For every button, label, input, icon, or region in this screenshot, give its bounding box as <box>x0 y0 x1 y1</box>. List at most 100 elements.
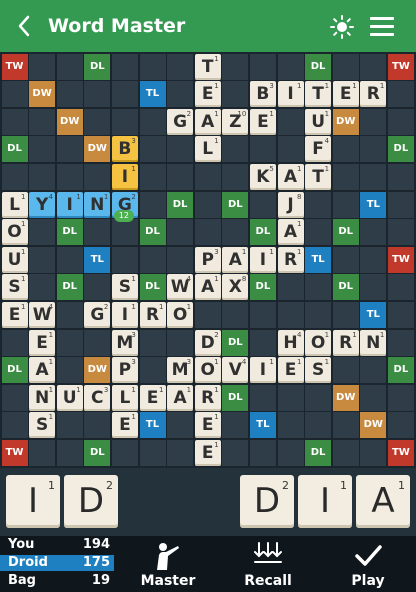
board-cell[interactable] <box>249 136 276 163</box>
board-cell[interactable] <box>167 53 194 80</box>
rack-tile[interactable]: I1 <box>298 475 352 528</box>
bonus-square-dl[interactable]: DL <box>1 136 28 163</box>
board-cell[interactable] <box>222 412 249 439</box>
board-cell[interactable] <box>29 136 56 163</box>
bonus-square-dw[interactable]: DW <box>29 81 56 108</box>
board-cell[interactable] <box>56 412 83 439</box>
board-cell[interactable] <box>277 53 304 80</box>
bonus-square-tw[interactable]: TW <box>387 439 414 466</box>
board-cell[interactable] <box>1 163 28 190</box>
bonus-square-dl[interactable]: DL <box>84 439 111 466</box>
bonus-square-dl[interactable]: DL <box>222 384 249 411</box>
bonus-square-dl[interactable]: DL <box>167 191 194 218</box>
board-cell[interactable] <box>139 357 166 384</box>
board-cell[interactable] <box>305 301 332 328</box>
board-cell[interactable] <box>84 163 111 190</box>
board-cell[interactable] <box>1 329 28 356</box>
board-cell[interactable] <box>222 439 249 466</box>
board-cell[interactable] <box>56 301 83 328</box>
bonus-square-dl[interactable]: DL <box>84 53 111 80</box>
bonus-square-tl[interactable]: TL <box>139 412 166 439</box>
board-cell[interactable] <box>222 219 249 246</box>
board-cell[interactable] <box>332 136 359 163</box>
bonus-square-dw[interactable]: DW <box>84 136 111 163</box>
bonus-square-tl[interactable]: TL <box>139 81 166 108</box>
board-cell[interactable] <box>277 136 304 163</box>
board-cell[interactable] <box>277 274 304 301</box>
bonus-square-tw[interactable]: TW <box>1 53 28 80</box>
play-button[interactable]: Play <box>328 536 408 592</box>
board-cell[interactable] <box>360 274 387 301</box>
board-cell[interactable] <box>56 136 83 163</box>
board-cell[interactable] <box>222 163 249 190</box>
bonus-square-dl[interactable]: DL <box>56 219 83 246</box>
bonus-square-dw[interactable]: DW <box>56 108 83 135</box>
board-cell[interactable] <box>360 439 387 466</box>
board-cell[interactable] <box>222 301 249 328</box>
board-cell[interactable] <box>139 439 166 466</box>
board-cell[interactable] <box>277 412 304 439</box>
board-cell[interactable] <box>139 246 166 273</box>
rack-tile[interactable]: A1 <box>356 475 410 528</box>
board-cell[interactable] <box>139 191 166 218</box>
board-cell[interactable] <box>111 246 138 273</box>
board-cell[interactable] <box>194 163 221 190</box>
board-cell[interactable] <box>222 136 249 163</box>
board-cell[interactable] <box>29 439 56 466</box>
board-cell[interactable] <box>167 439 194 466</box>
bonus-square-dl[interactable]: DL <box>305 439 332 466</box>
board-cell[interactable] <box>84 329 111 356</box>
board-cell[interactable] <box>387 412 414 439</box>
board-cell[interactable] <box>29 53 56 80</box>
board-cell[interactable] <box>29 246 56 273</box>
board-cell[interactable] <box>387 108 414 135</box>
board-cell[interactable] <box>111 219 138 246</box>
board-cell[interactable] <box>387 163 414 190</box>
board-cell[interactable] <box>249 439 276 466</box>
board-cell[interactable] <box>277 439 304 466</box>
bonus-square-dl[interactable]: DL <box>56 274 83 301</box>
board-cell[interactable] <box>84 412 111 439</box>
rack-tile[interactable]: D2 <box>64 475 118 528</box>
bonus-square-dl[interactable]: DL <box>139 274 166 301</box>
board-cell[interactable] <box>167 163 194 190</box>
board-cell[interactable] <box>332 53 359 80</box>
board-cell[interactable] <box>56 329 83 356</box>
board-cell[interactable] <box>111 439 138 466</box>
board-cell[interactable] <box>332 357 359 384</box>
bonus-square-dl[interactable]: DL <box>139 219 166 246</box>
board-cell[interactable] <box>305 274 332 301</box>
board-cell[interactable] <box>56 246 83 273</box>
board-cell[interactable] <box>29 274 56 301</box>
board-cell[interactable] <box>387 329 414 356</box>
board-cell[interactable] <box>167 246 194 273</box>
bonus-square-dl[interactable]: DL <box>249 274 276 301</box>
board-cell[interactable] <box>167 81 194 108</box>
rack-tile[interactable]: D2 <box>240 475 294 528</box>
board-cell[interactable] <box>249 384 276 411</box>
board-cell[interactable] <box>305 384 332 411</box>
bonus-square-tl[interactable]: TL <box>360 301 387 328</box>
board-cell[interactable] <box>56 81 83 108</box>
board-cell[interactable] <box>360 357 387 384</box>
board-cell[interactable] <box>29 219 56 246</box>
board-cell[interactable] <box>167 136 194 163</box>
brightness-icon[interactable] <box>330 15 354 39</box>
board-cell[interactable] <box>194 191 221 218</box>
bonus-square-dl[interactable]: DL <box>1 357 28 384</box>
board-cell[interactable] <box>139 108 166 135</box>
board-cell[interactable] <box>360 246 387 273</box>
board-cell[interactable] <box>332 163 359 190</box>
board-cell[interactable] <box>249 191 276 218</box>
board-cell[interactable] <box>360 384 387 411</box>
board-cell[interactable] <box>305 219 332 246</box>
board-cell[interactable] <box>56 163 83 190</box>
board-cell[interactable] <box>222 53 249 80</box>
bonus-square-tw[interactable]: TW <box>1 439 28 466</box>
bonus-square-tl[interactable]: TL <box>249 412 276 439</box>
board-cell[interactable] <box>360 136 387 163</box>
bonus-square-dl[interactable]: DL <box>249 219 276 246</box>
hamburger-menu-icon[interactable] <box>370 16 394 36</box>
master-button[interactable]: Master <box>128 536 208 592</box>
board-cell[interactable] <box>84 108 111 135</box>
